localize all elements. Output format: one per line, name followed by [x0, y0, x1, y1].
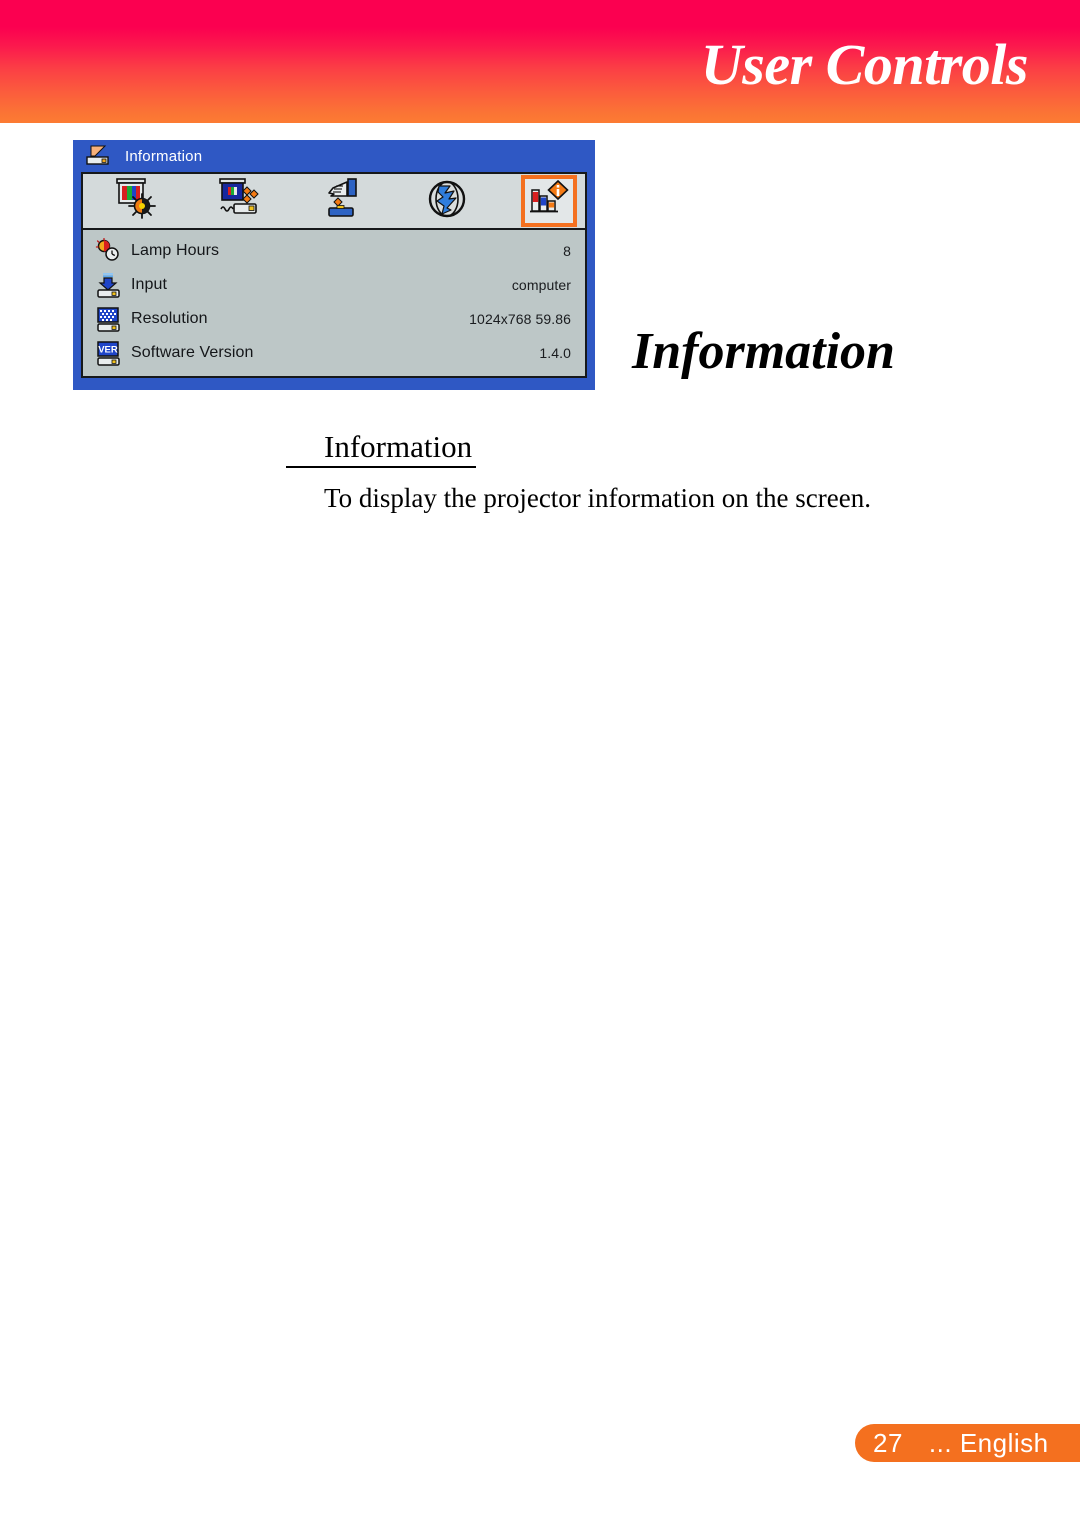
osd-row-value: 1.4.0 — [539, 345, 571, 361]
osd-menu-icon-display[interactable] — [187, 174, 291, 228]
osd-menu-icon-setup[interactable] — [291, 174, 395, 228]
osd-inner-panel: Lamp Hours 8 Input computer Resolution 1… — [81, 172, 587, 378]
page-header-title: User Controls — [700, 32, 1029, 97]
resolution-icon — [95, 306, 121, 332]
osd-row-software-version[interactable]: VER Software Version 1.4.0 — [83, 336, 585, 370]
osd-row-label: Software Version — [131, 344, 254, 361]
osd-title-label: Information — [125, 147, 203, 165]
projector-icon — [85, 145, 115, 167]
globe-language-icon — [425, 177, 469, 226]
content-block: Information To display the projector inf… — [286, 430, 906, 516]
osd-information-list: Lamp Hours 8 Input computer Resolution 1… — [83, 230, 585, 376]
osd-row-label: Input — [131, 276, 168, 293]
osd-row-resolution[interactable]: Resolution 1024x768 59.86 — [83, 302, 585, 336]
osd-icon-bar — [83, 174, 585, 230]
input-source-icon — [95, 272, 121, 298]
page-header-banner: User Controls — [0, 0, 1080, 123]
svg-text:VER: VER — [98, 345, 118, 356]
osd-menu-icon-image[interactable] — [83, 174, 187, 228]
information-icon — [529, 179, 569, 223]
section-title: Information — [632, 323, 895, 380]
footer-page-number: 27 — [873, 1427, 903, 1458]
osd-menu-window: Information Lamp Hours 8 Input computer … — [73, 140, 595, 390]
setup-hand-icon — [320, 177, 366, 226]
display-settings-icon — [216, 177, 262, 226]
footer-language-label: ... English — [928, 1427, 1049, 1458]
footer-page-badge: 27 ... English — [855, 1424, 1080, 1462]
osd-row-value: 1024x768 59.86 — [469, 311, 571, 327]
osd-row-value: computer — [511, 277, 571, 293]
osd-row-label: Lamp Hours — [131, 242, 220, 259]
osd-row-lamp-hours[interactable]: Lamp Hours 8 — [83, 234, 585, 268]
image-settings-icon — [112, 177, 158, 226]
osd-menu-icon-language[interactable] — [395, 174, 499, 228]
software-version-icon: VER — [95, 340, 121, 366]
content-body-text: To display the projector information on … — [324, 483, 871, 514]
osd-titlebar: Information — [73, 140, 595, 172]
osd-row-label: Resolution — [131, 310, 208, 327]
osd-row-input[interactable]: Input computer — [83, 268, 585, 302]
lamp-hours-icon — [95, 237, 121, 264]
osd-row-value: 8 — [563, 243, 571, 259]
osd-menu-icon-information[interactable] — [521, 175, 577, 227]
content-subheading: Information — [286, 430, 477, 469]
